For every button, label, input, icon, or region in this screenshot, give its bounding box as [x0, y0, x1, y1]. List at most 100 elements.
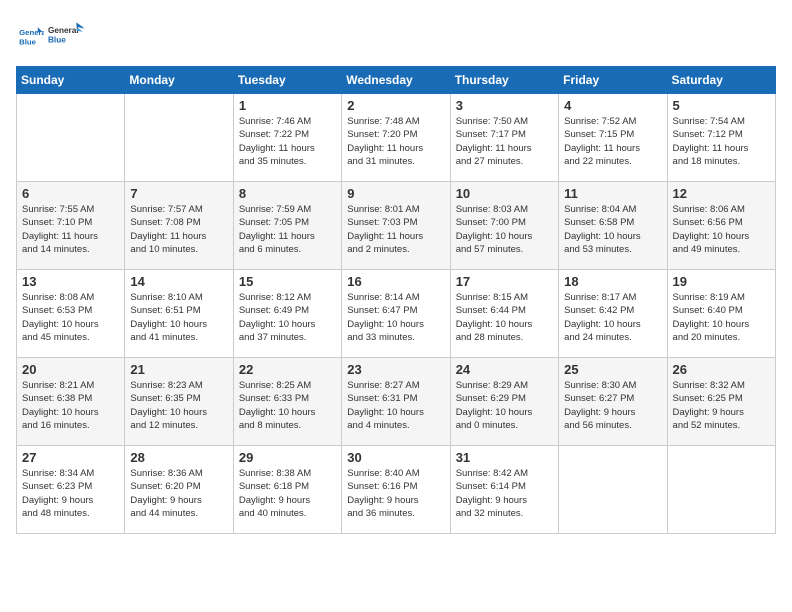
calendar-cell: 15 Sunrise: 8:12 AMSunset: 6:49 PMDayligh…	[233, 270, 341, 358]
page-header: General Blue General Blue	[16, 16, 776, 54]
day-number: 4	[564, 98, 661, 113]
calendar-cell: 12 Sunrise: 8:06 AMSunset: 6:56 PMDayligh…	[667, 182, 775, 270]
day-number: 10	[456, 186, 553, 201]
day-number: 29	[239, 450, 336, 465]
day-info: Sunrise: 8:08 AMSunset: 6:53 PMDaylight:…	[22, 291, 119, 344]
day-number: 9	[347, 186, 444, 201]
calendar-cell	[125, 94, 233, 182]
calendar-cell: 3 Sunrise: 7:50 AMSunset: 7:17 PMDaylight…	[450, 94, 558, 182]
logo-bird-icon: General Blue	[48, 16, 86, 54]
weekday-header-saturday: Saturday	[667, 67, 775, 94]
calendar-cell: 20 Sunrise: 8:21 AMSunset: 6:38 PMDayligh…	[17, 358, 125, 446]
weekday-header-wednesday: Wednesday	[342, 67, 450, 94]
day-info: Sunrise: 7:48 AMSunset: 7:20 PMDaylight:…	[347, 115, 444, 168]
day-number: 21	[130, 362, 227, 377]
day-number: 25	[564, 362, 661, 377]
day-number: 11	[564, 186, 661, 201]
svg-text:Blue: Blue	[19, 37, 37, 46]
calendar-cell: 4Sunrise: 7:52 AMSunset: 7:15 PMDaylight…	[559, 94, 667, 182]
day-number: 23	[347, 362, 444, 377]
svg-text:General: General	[19, 28, 44, 37]
calendar-cell: 31Sunrise: 8:42 AMSunset: 6:14 PMDayligh…	[450, 446, 558, 534]
week-row-1: 1 Sunrise: 7:46 AMSunset: 7:22 PMDaylight…	[17, 94, 776, 182]
day-info: Sunrise: 7:55 AMSunset: 7:10 PMDaylight:…	[22, 203, 119, 256]
calendar-cell: 18Sunrise: 8:17 AMSunset: 6:42 PMDayligh…	[559, 270, 667, 358]
logo-icon: General Blue	[16, 21, 44, 49]
day-info: Sunrise: 7:57 AMSunset: 7:08 PMDaylight:…	[130, 203, 227, 256]
day-info: Sunrise: 8:27 AMSunset: 6:31 PMDaylight:…	[347, 379, 444, 432]
calendar-cell: 6 Sunrise: 7:55 AMSunset: 7:10 PMDaylight…	[17, 182, 125, 270]
day-info: Sunrise: 7:46 AMSunset: 7:22 PMDaylight:…	[239, 115, 336, 168]
calendar-cell: 24 Sunrise: 8:29 AMSunset: 6:29 PMDayligh…	[450, 358, 558, 446]
day-number: 17	[456, 274, 553, 289]
calendar-cell: 29 Sunrise: 8:38 AMSunset: 6:18 PMDayligh…	[233, 446, 341, 534]
day-info: Sunrise: 7:50 AMSunset: 7:17 PMDaylight:…	[456, 115, 553, 168]
day-info: Sunrise: 8:32 AMSunset: 6:25 PMDaylight:…	[673, 379, 770, 432]
calendar-body: 1 Sunrise: 7:46 AMSunset: 7:22 PMDaylight…	[17, 94, 776, 534]
day-number: 5	[673, 98, 770, 113]
day-info: Sunrise: 8:42 AMSunset: 6:14 PMDaylight:…	[456, 467, 553, 520]
day-info: Sunrise: 8:15 AMSunset: 6:44 PMDaylight:…	[456, 291, 553, 344]
calendar-cell: 9 Sunrise: 8:01 AMSunset: 7:03 PMDaylight…	[342, 182, 450, 270]
day-number: 15	[239, 274, 336, 289]
day-info: Sunrise: 8:40 AMSunset: 6:16 PMDaylight:…	[347, 467, 444, 520]
day-number: 30	[347, 450, 444, 465]
calendar-cell: 22Sunrise: 8:25 AMSunset: 6:33 PMDayligh…	[233, 358, 341, 446]
day-info: Sunrise: 8:36 AMSunset: 6:20 PMDaylight:…	[130, 467, 227, 520]
day-info: Sunrise: 8:04 AMSunset: 6:58 PMDaylight:…	[564, 203, 661, 256]
calendar-cell: 16 Sunrise: 8:14 AMSunset: 6:47 PMDayligh…	[342, 270, 450, 358]
day-number: 26	[673, 362, 770, 377]
day-number: 24	[456, 362, 553, 377]
day-info: Sunrise: 8:06 AMSunset: 6:56 PMDaylight:…	[673, 203, 770, 256]
day-number: 6	[22, 186, 119, 201]
logo: General Blue General Blue	[16, 16, 86, 54]
calendar-cell: 13Sunrise: 8:08 AMSunset: 6:53 PMDayligh…	[17, 270, 125, 358]
week-row-2: 6 Sunrise: 7:55 AMSunset: 7:10 PMDaylight…	[17, 182, 776, 270]
calendar-cell: 8 Sunrise: 7:59 AMSunset: 7:05 PMDaylight…	[233, 182, 341, 270]
calendar-cell: 19 Sunrise: 8:19 AMSunset: 6:40 PMDayligh…	[667, 270, 775, 358]
day-info: Sunrise: 8:29 AMSunset: 6:29 PMDaylight:…	[456, 379, 553, 432]
calendar-cell: 7Sunrise: 7:57 AMSunset: 7:08 PMDaylight…	[125, 182, 233, 270]
day-info: Sunrise: 8:38 AMSunset: 6:18 PMDaylight:…	[239, 467, 336, 520]
day-number: 12	[673, 186, 770, 201]
weekday-header-tuesday: Tuesday	[233, 67, 341, 94]
calendar-cell: 28 Sunrise: 8:36 AMSunset: 6:20 PMDayligh…	[125, 446, 233, 534]
day-number: 28	[130, 450, 227, 465]
calendar-cell: 10 Sunrise: 8:03 AMSunset: 7:00 PMDayligh…	[450, 182, 558, 270]
day-info: Sunrise: 8:19 AMSunset: 6:40 PMDaylight:…	[673, 291, 770, 344]
day-number: 18	[564, 274, 661, 289]
day-number: 16	[347, 274, 444, 289]
calendar-cell	[17, 94, 125, 182]
weekday-header-monday: Monday	[125, 67, 233, 94]
day-info: Sunrise: 7:59 AMSunset: 7:05 PMDaylight:…	[239, 203, 336, 256]
day-number: 14	[130, 274, 227, 289]
day-number: 8	[239, 186, 336, 201]
day-number: 3	[456, 98, 553, 113]
svg-text:Blue: Blue	[48, 36, 66, 45]
day-info: Sunrise: 8:03 AMSunset: 7:00 PMDaylight:…	[456, 203, 553, 256]
week-row-5: 27Sunrise: 8:34 AMSunset: 6:23 PMDayligh…	[17, 446, 776, 534]
weekday-header-row: SundayMondayTuesdayWednesdayThursdayFrid…	[17, 67, 776, 94]
calendar-cell: 27Sunrise: 8:34 AMSunset: 6:23 PMDayligh…	[17, 446, 125, 534]
day-number: 20	[22, 362, 119, 377]
calendar-table: SundayMondayTuesdayWednesdayThursdayFrid…	[16, 66, 776, 534]
day-number: 22	[239, 362, 336, 377]
calendar-cell: 23 Sunrise: 8:27 AMSunset: 6:31 PMDayligh…	[342, 358, 450, 446]
day-info: Sunrise: 8:21 AMSunset: 6:38 PMDaylight:…	[22, 379, 119, 432]
day-info: Sunrise: 8:14 AMSunset: 6:47 PMDaylight:…	[347, 291, 444, 344]
week-row-4: 20 Sunrise: 8:21 AMSunset: 6:38 PMDayligh…	[17, 358, 776, 446]
day-number: 27	[22, 450, 119, 465]
calendar-cell: 5Sunrise: 7:54 AMSunset: 7:12 PMDaylight…	[667, 94, 775, 182]
day-number: 1	[239, 98, 336, 113]
day-info: Sunrise: 8:23 AMSunset: 6:35 PMDaylight:…	[130, 379, 227, 432]
day-info: Sunrise: 8:12 AMSunset: 6:49 PMDaylight:…	[239, 291, 336, 344]
calendar-cell: 25Sunrise: 8:30 AMSunset: 6:27 PMDayligh…	[559, 358, 667, 446]
day-info: Sunrise: 8:01 AMSunset: 7:03 PMDaylight:…	[347, 203, 444, 256]
weekday-header-sunday: Sunday	[17, 67, 125, 94]
day-info: Sunrise: 8:10 AMSunset: 6:51 PMDaylight:…	[130, 291, 227, 344]
day-number: 19	[673, 274, 770, 289]
calendar-cell	[667, 446, 775, 534]
day-number: 2	[347, 98, 444, 113]
week-row-3: 13Sunrise: 8:08 AMSunset: 6:53 PMDayligh…	[17, 270, 776, 358]
calendar-cell: 14 Sunrise: 8:10 AMSunset: 6:51 PMDayligh…	[125, 270, 233, 358]
